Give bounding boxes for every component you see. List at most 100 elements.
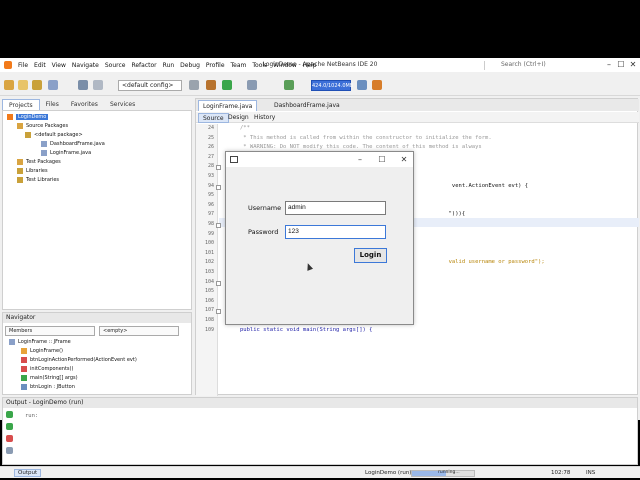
tree-item-source-packages[interactable]: Source Packages <box>17 122 68 131</box>
main-toolbar: <default config> 424.0/1024.0MB <box>0 74 640 96</box>
menu-refactor[interactable]: Refactor <box>131 62 156 72</box>
package-icon <box>25 131 31 138</box>
tree-item-loginframe[interactable]: LoginFrame.java <box>41 149 91 158</box>
menu-tools[interactable]: Tools <box>252 62 267 72</box>
open-project-icon[interactable] <box>32 80 42 90</box>
dialog-minimize-icon[interactable]: – <box>353 154 367 165</box>
tree-item-logindemo[interactable]: LoginDemo <box>7 113 49 122</box>
tab-loginframe[interactable]: LoginFrame.java <box>198 100 258 111</box>
fold-toggle-icon[interactable] <box>216 165 221 171</box>
menu-run[interactable]: Run <box>163 62 175 72</box>
config-select[interactable]: <default config> <box>118 80 182 91</box>
fold-toggle-icon[interactable] <box>216 223 221 228</box>
tree-item-test-libraries[interactable]: Test Libraries <box>17 176 59 185</box>
menu-source[interactable]: Source <box>105 62 126 72</box>
tab-favorites[interactable]: Favorites <box>65 99 104 110</box>
hammer-icon[interactable] <box>189 80 199 90</box>
line-number: 24 <box>207 125 214 131</box>
login-button[interactable]: Login <box>354 248 387 263</box>
line-number: 107 <box>204 307 214 314</box>
redo-icon[interactable] <box>93 80 103 90</box>
mouse-cursor-icon <box>304 262 314 271</box>
tree-item-dashboardframe[interactable]: DashboardFrame.java <box>41 140 105 149</box>
run-icon[interactable] <box>222 80 232 90</box>
package-folder-icon <box>17 122 23 129</box>
nav-item[interactable]: btnLoginActionPerformed(ActionEvent evt) <box>21 356 137 365</box>
tab-design[interactable]: Design <box>224 113 253 123</box>
menu-view[interactable]: View <box>52 62 66 72</box>
rerun-icon[interactable] <box>6 411 13 418</box>
fold-toggle-icon[interactable] <box>216 309 221 315</box>
undo-icon[interactable] <box>78 80 88 90</box>
nav-item[interactable]: btnLogin : JButton <box>21 383 75 392</box>
menu-navigate[interactable]: Navigate <box>72 62 99 72</box>
username-label: Username <box>248 204 282 212</box>
close-icon[interactable]: ✕ <box>628 60 638 69</box>
tab-files[interactable]: Files <box>40 99 65 110</box>
fold-toggle-icon[interactable] <box>216 184 221 190</box>
line-number: 106 <box>204 297 214 304</box>
dialog-close-icon[interactable]: ✕ <box>397 154 411 165</box>
method-icon <box>21 365 27 372</box>
code-line[interactable]: * This method is called from within the … <box>240 135 491 141</box>
code-line[interactable]: * WARNING: Do NOT modify this code. The … <box>240 144 481 150</box>
line-number: 95 <box>207 192 214 199</box>
class-icon <box>9 338 15 345</box>
menu-window[interactable]: Window <box>273 62 297 72</box>
new-file-icon[interactable] <box>18 80 28 90</box>
tree-item-test-packages[interactable]: Test Packages <box>17 158 61 167</box>
menu-file[interactable]: File <box>18 62 28 72</box>
menu-profile[interactable]: Profile <box>206 62 225 72</box>
output-tab[interactable]: Output <box>14 469 42 477</box>
nav-item[interactable]: initComponents() <box>21 365 73 374</box>
dialog-title-bar: – ☐ ✕ <box>226 152 413 167</box>
tree-item-libraries[interactable]: Libraries <box>17 167 48 176</box>
username-field[interactable]: admin <box>285 201 386 215</box>
clean-build-icon[interactable] <box>206 80 216 90</box>
line-number: 94 <box>207 182 214 189</box>
code-line[interactable]: public static void main(String args[]) { <box>240 327 372 333</box>
nav-item[interactable]: LoginFrame() <box>21 347 63 356</box>
tab-history[interactable]: History <box>250 113 279 123</box>
insert-mode: INS <box>586 470 596 476</box>
stop-icon[interactable] <box>6 435 13 442</box>
filter-select[interactable]: <empty> <box>99 326 179 336</box>
status-project: LoginDemo (run) <box>365 470 412 476</box>
memory-indicator[interactable]: 424.0/1024.0MB <box>311 80 353 91</box>
tree-item-default-package[interactable]: <default package> <box>25 131 83 140</box>
rerun-options-icon[interactable] <box>6 423 13 430</box>
tab-projects[interactable]: Projects <box>2 99 40 110</box>
fold-toggle-icon[interactable] <box>216 280 221 286</box>
tab-services[interactable]: Services <box>104 99 141 110</box>
java-file-icon <box>41 140 47 147</box>
menu-team[interactable]: Team <box>231 62 247 72</box>
line-number: 102 <box>204 259 214 266</box>
settings-icon[interactable] <box>6 447 13 454</box>
menu-help[interactable]: Help <box>303 62 317 72</box>
profile-icon[interactable] <box>284 80 294 90</box>
line-number: 27 <box>207 153 214 160</box>
code-line[interactable]: /** <box>240 125 250 131</box>
snapshot-icon[interactable] <box>372 80 382 90</box>
gc-icon[interactable] <box>357 80 367 90</box>
debug-icon[interactable] <box>247 80 257 90</box>
line-number: 100 <box>204 240 214 247</box>
nav-item[interactable]: main(String[] args) <box>21 374 78 383</box>
login-frame-dialog: – ☐ ✕ Username admin Password 123 Login <box>225 151 414 325</box>
line-number: 93 <box>207 173 214 179</box>
maximize-icon[interactable]: ☐ <box>616 60 626 69</box>
nav-item[interactable]: LoginFrame :: JFrame <box>9 338 71 347</box>
tab-dashboardframe[interactable]: DashboardFrame.java <box>270 100 344 111</box>
dialog-maximize-icon[interactable]: ☐ <box>375 154 389 165</box>
menu-debug[interactable]: Debug <box>180 62 200 72</box>
new-project-icon[interactable] <box>4 80 14 90</box>
java-cup-icon <box>230 156 238 163</box>
menu-edit[interactable]: Edit <box>34 62 46 72</box>
minimize-icon[interactable]: – <box>604 60 614 69</box>
password-field[interactable]: 123 <box>285 225 386 239</box>
line-number: 104 <box>204 278 214 285</box>
members-select[interactable]: Members <box>5 326 95 336</box>
save-all-icon[interactable] <box>48 80 58 90</box>
package-folder-icon <box>17 158 23 165</box>
constructor-icon <box>21 347 27 354</box>
